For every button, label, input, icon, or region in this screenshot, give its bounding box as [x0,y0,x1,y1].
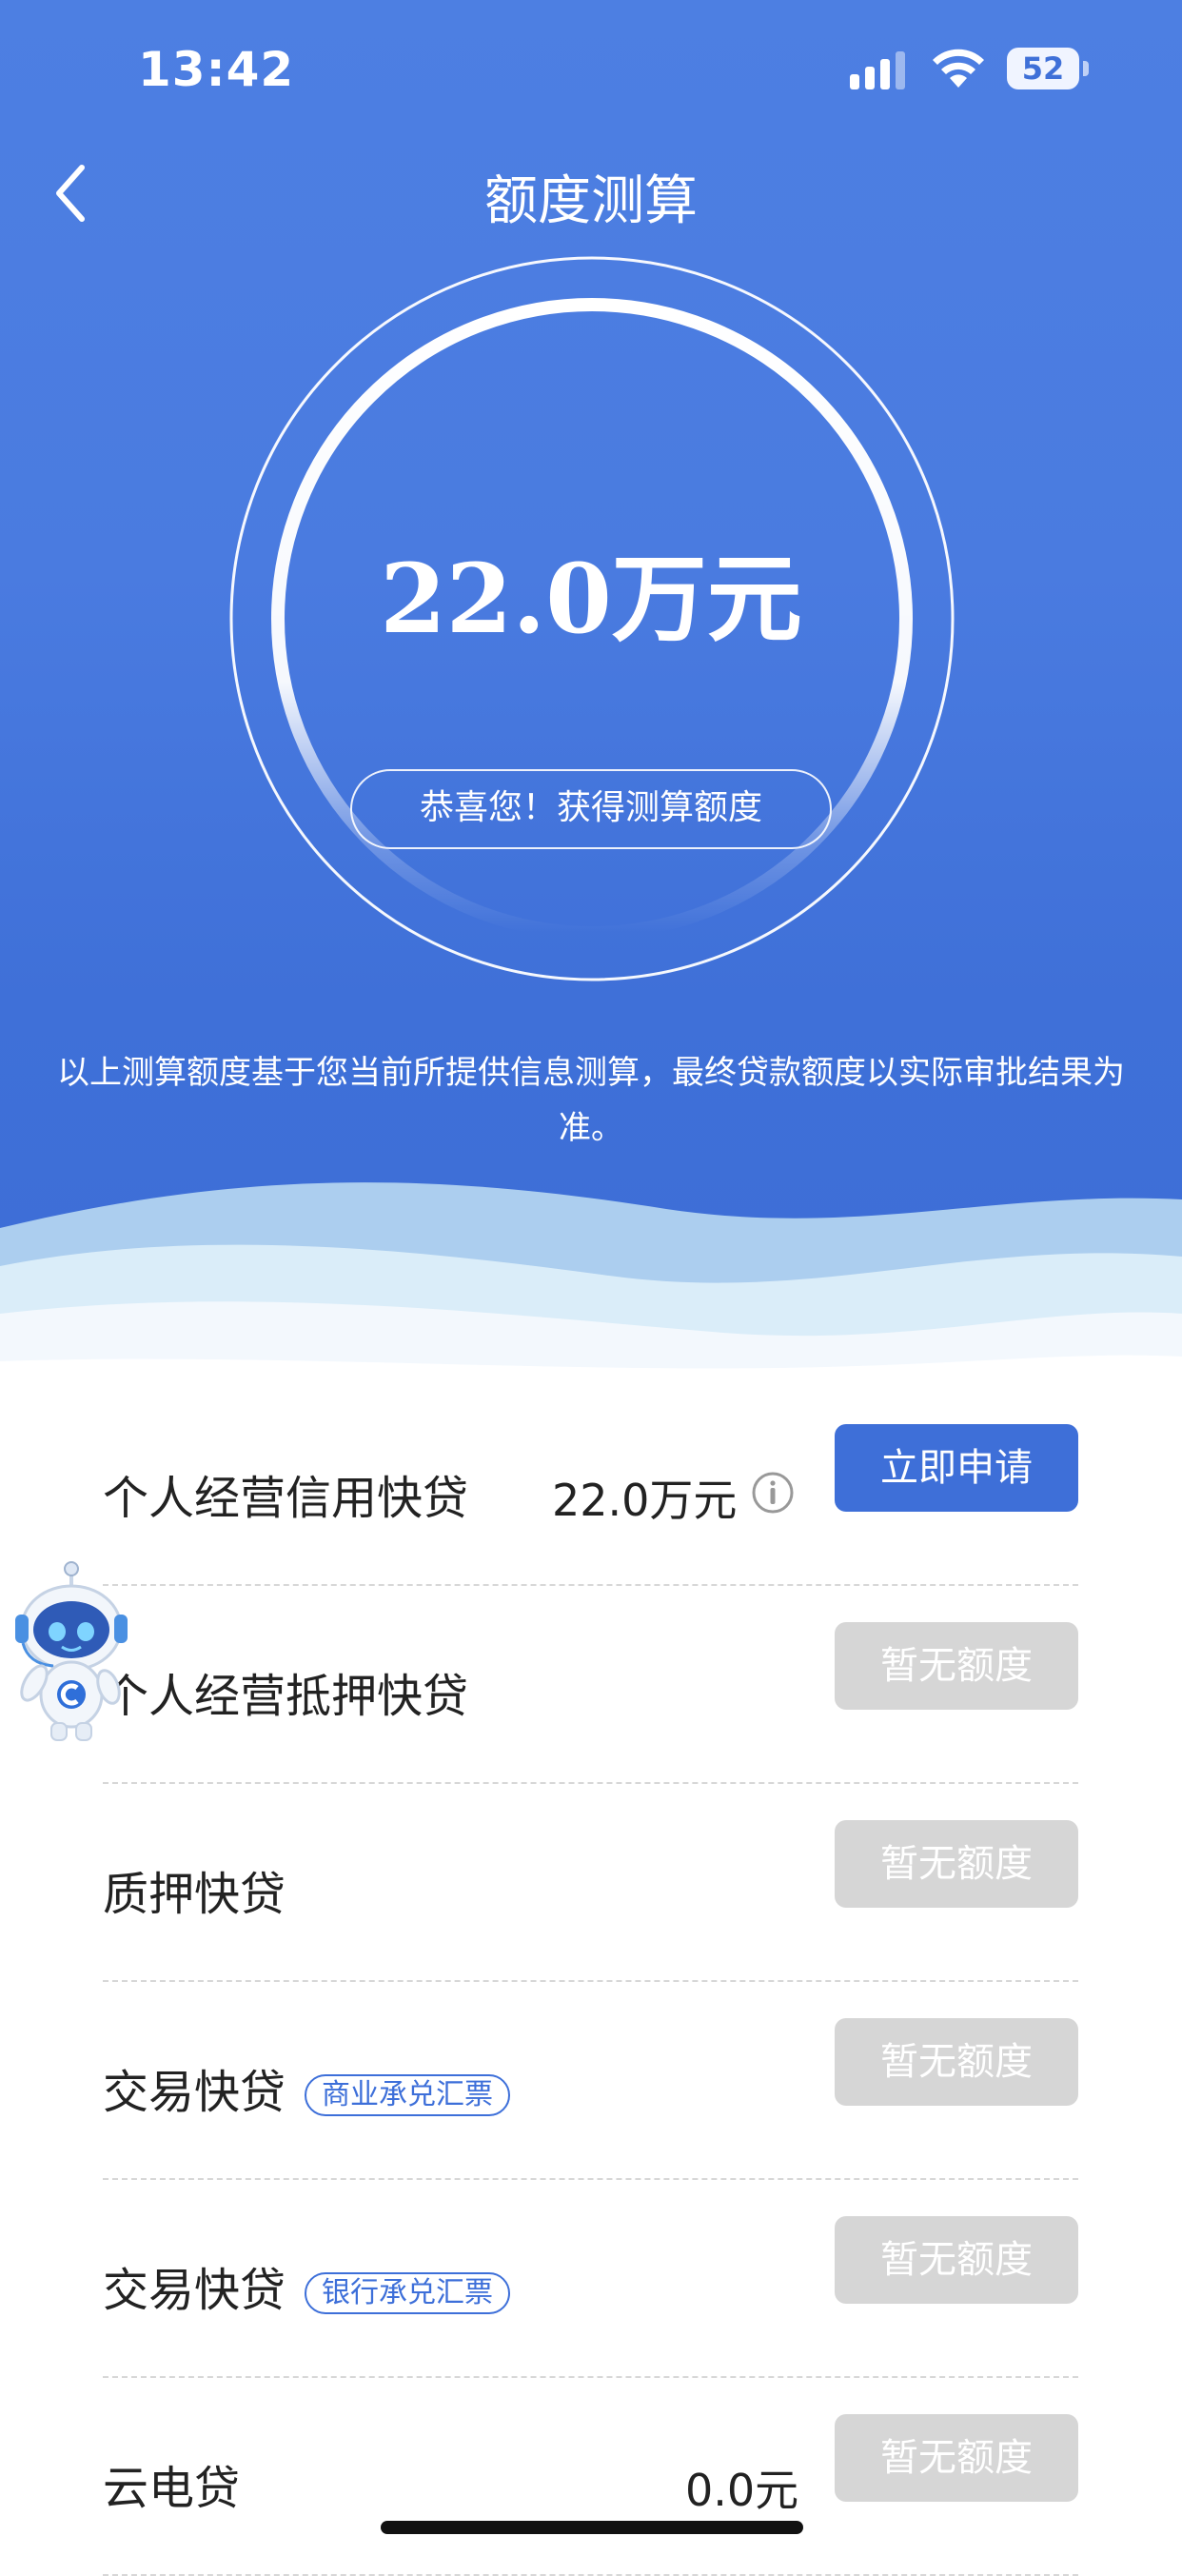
loan-amount: 0.0元 [685,2465,799,2516]
battery-level: 52 [1021,50,1065,87]
no-quota-button[interactable]: 暂无额度 [835,2018,1078,2106]
loan-name: 交易快贷 银行承兑汇票 [103,2252,511,2319]
loan-row: 个人经营抵押快贷 暂无额度 [103,1586,1078,1784]
loan-tag: 银行承兑汇票 [305,2272,511,2314]
page-title: 额度测算 [484,170,698,232]
home-indicator [381,2521,803,2534]
status-time: 13:42 [138,42,295,97]
cellular-signal-icon [850,51,905,89]
loan-row: 交易快贷 银行承兑汇票 暂无额度 [103,2180,1078,2378]
quota-amount: 22.0万元 [380,543,802,655]
apply-now-button[interactable]: 立即申请 [835,1424,1078,1512]
loan-name: 质押快贷 [103,1868,286,1921]
status-bar: 13:42 52 [0,0,1182,143]
no-quota-button[interactable]: 暂无额度 [835,2216,1078,2304]
battery-icon: 52 [1007,48,1089,89]
quota-notice: 以上测算额度基于您当前所提供信息测算，最终贷款额度以实际审批结果为准。 [57,1054,1125,1147]
loan-name: 云电贷 [103,2462,241,2515]
loan-row: 质押快贷 暂无额度 [103,1784,1078,1982]
loan-tag: 商业承兑汇票 [305,2074,511,2116]
robot-assistant-icon[interactable] [10,1561,133,1742]
loan-row: 交易快贷 商业承兑汇票 暂无额度 [103,1982,1078,2180]
congrats-badge: 恭喜您！获得测算额度 [350,769,832,849]
no-quota-button[interactable]: 暂无额度 [835,2414,1078,2502]
loan-amount: 22.0万元 [552,1475,738,1526]
loan-row: 云电贷 0.0元 暂无额度 [103,2378,1078,2576]
wifi-icon [933,49,984,88]
no-quota-button[interactable]: 暂无额度 [835,1622,1078,1710]
loan-list: 个人经营信用快贷 22.0万元 立即申请 个人经营抵押快贷 暂无额度 质押快贷 … [103,1388,1078,2576]
loan-name: 交易快贷 商业承兑汇票 [103,2054,511,2121]
loan-name: 个人经营抵押快贷 [103,1670,469,1723]
info-circle-icon[interactable] [750,1470,796,1516]
loan-name: 个人经营信用快贷 [103,1472,469,1525]
loan-row: 个人经营信用快贷 22.0万元 立即申请 [103,1388,1078,1586]
no-quota-button[interactable]: 暂无额度 [835,1820,1078,1908]
